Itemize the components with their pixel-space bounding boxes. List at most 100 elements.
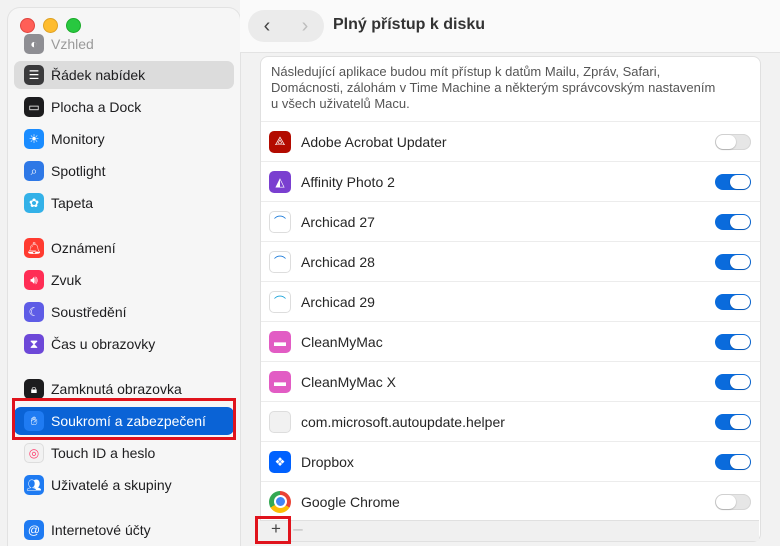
app-name: Google Chrome (301, 493, 400, 510)
access-toggle[interactable] (715, 134, 751, 150)
app-row-microsoft-autoupdate-helper: com.microsoft.autoupdate.helper (261, 401, 760, 441)
close-window-button[interactable] (20, 18, 35, 33)
sidebar-item-spotlight[interactable]: ⌕ Spotlight (14, 157, 234, 185)
sidebar-item-label: Zvuk (51, 272, 82, 288)
app-name: Archicad 27 (301, 213, 375, 230)
sidebar-item-label: Monitory (51, 131, 105, 147)
minimize-window-button[interactable] (43, 18, 58, 33)
sidebar-item-notifications[interactable]: 🔔︎ Oznámení (14, 234, 234, 262)
chevron-left-icon[interactable]: ‹ (248, 10, 286, 42)
users-groups-icon: 👥︎ (24, 475, 44, 495)
app-name: CleanMyMac X (301, 373, 396, 390)
zoom-window-button[interactable] (66, 18, 81, 33)
description-line: Následující aplikace budou mít přístup k… (271, 64, 661, 79)
app-row-archicad-28: ⌒ Archicad 28 (261, 241, 760, 281)
description-line: Domácnosti, zálohám v Time Machine a něk… (271, 80, 716, 95)
sidebar-item-focus[interactable]: ☾ Soustředění (14, 298, 234, 326)
access-toggle[interactable] (715, 494, 751, 510)
sound-icon: 🔊︎ (24, 270, 44, 290)
window-controls (20, 18, 81, 33)
app-name: Dropbox (301, 453, 354, 470)
archicad-icon: ⌒ (269, 250, 291, 273)
app-name: Archicad 29 (301, 293, 375, 310)
app-name: Adobe Acrobat Updater (301, 133, 447, 150)
access-toggle[interactable] (715, 374, 751, 390)
add-app-button[interactable]: + (266, 519, 286, 539)
access-toggle[interactable] (715, 454, 751, 470)
sidebar-item-desktop-dock[interactable]: ▭ Plocha a Dock (14, 93, 234, 121)
chevron-right-icon[interactable]: › (286, 10, 324, 42)
sidebar-item-lock-screen[interactable]: 🔒︎ Zamknutá obrazovka (14, 375, 234, 403)
generic-app-icon (269, 410, 291, 433)
sidebar-item-label: Internetové účty (51, 522, 151, 538)
page-title: Plný přístup k disku (333, 16, 486, 33)
access-toggle[interactable] (715, 174, 751, 190)
sidebar-item-wallpaper[interactable]: ✿ Tapeta (14, 189, 234, 217)
archicad-icon: ⌒ (269, 290, 291, 313)
app-row-affinity-photo-2: ◭ Affinity Photo 2 (261, 161, 760, 201)
dropbox-icon: ❖ (269, 450, 291, 473)
cleanmymac-icon: ▬ (269, 330, 291, 353)
access-toggle[interactable] (715, 294, 751, 310)
description-line: u všech uživatelů Macu. (271, 96, 410, 111)
app-row-adobe-acrobat-updater: ⟁ Adobe Acrobat Updater (261, 121, 760, 161)
sidebar-item-label: Čas u obrazovky (51, 336, 156, 352)
sidebar-item-label: Tapeta (51, 195, 94, 211)
sidebar-item-internet-accounts[interactable]: @ Internetové účty (14, 516, 234, 544)
app-row-dropbox: ❖ Dropbox (261, 441, 760, 481)
sidebar-item-appearance[interactable]: ◐ Vzhled (14, 30, 234, 58)
sidebar-item-menu-bar[interactable]: ☰ Řádek nabídek (14, 61, 234, 89)
menu-bar-icon: ☰ (24, 65, 44, 85)
access-toggle[interactable] (715, 214, 751, 230)
app-row-google-chrome: Google Chrome (261, 481, 760, 521)
app-name: Archicad 28 (301, 253, 375, 270)
archicad-icon: ⌒ (269, 210, 291, 233)
privacy-hand-icon: ✋︎ (24, 411, 44, 431)
cleanmymac-x-icon: ▬ (269, 370, 291, 393)
sidebar-item-label: Vzhled (51, 36, 94, 52)
sidebar-item-label: Plocha a Dock (51, 99, 142, 115)
notifications-icon: 🔔︎ (24, 238, 44, 258)
sidebar-item-screen-time[interactable]: ⧗ Čas u obrazovky (14, 330, 234, 358)
appearance-icon: ◐ (24, 34, 44, 54)
sidebar-item-touch-id[interactable]: ◎ Touch ID a heslo (14, 439, 234, 467)
sidebar-item-label: Uživatelé a skupiny (51, 477, 172, 493)
app-row-cleanmymac: ▬ CleanMyMac (261, 321, 760, 361)
sidebar-item-label: Spotlight (51, 163, 106, 179)
internet-accounts-icon: @ (24, 520, 44, 540)
app-row-cleanmymac-x: ▬ CleanMyMac X (261, 361, 760, 401)
access-toggle[interactable] (715, 334, 751, 350)
sidebar-item-label: Soukromí a zabezpečení (51, 413, 206, 429)
sidebar-item-displays[interactable]: ☀ Monitory (14, 125, 234, 153)
navigation-buttons: ‹ › (248, 10, 324, 42)
sidebar-item-label: Řádek nabídek (51, 67, 146, 83)
screen-time-icon: ⧗ (24, 334, 44, 354)
lock-screen-icon: 🔒︎ (24, 379, 44, 399)
sidebar-item-label: Soustředění (51, 304, 127, 320)
app-name: CleanMyMac (301, 333, 383, 350)
sidebar-item-users-groups[interactable]: 👥︎ Uživatelé a skupiny (14, 471, 234, 499)
acrobat-icon: ⟁ (269, 130, 291, 153)
sidebar-item-sound[interactable]: 🔊︎ Zvuk (14, 266, 234, 294)
sidebar-item-label: Zamknutá obrazovka (51, 381, 182, 397)
description-text: Následující aplikace budou mít přístup k… (271, 64, 716, 112)
touch-id-icon: ◎ (24, 443, 44, 463)
remove-app-button[interactable]: – (290, 519, 306, 539)
app-row-archicad-27: ⌒ Archicad 27 (261, 201, 760, 241)
access-toggle[interactable] (715, 254, 751, 270)
wallpaper-icon: ✿ (24, 193, 44, 213)
app-name: com.microsoft.autoupdate.helper (301, 413, 505, 430)
sidebar: ◐ Vzhled ☰ Řádek nabídek ▭ Plocha a Dock… (8, 8, 240, 546)
app-name: Affinity Photo 2 (301, 173, 395, 190)
affinity-photo-icon: ◭ (269, 170, 291, 193)
sidebar-item-label: Oznámení (51, 240, 116, 256)
desktop-dock-icon: ▭ (24, 97, 44, 117)
focus-icon: ☾ (24, 302, 44, 322)
display-icon: ☀ (24, 129, 44, 149)
chrome-icon (269, 490, 291, 513)
full-disk-access-list: Následující aplikace budou mít přístup k… (260, 56, 761, 542)
sidebar-item-label: Touch ID a heslo (51, 445, 156, 461)
access-toggle[interactable] (715, 414, 751, 430)
list-actions-bar: + – (260, 519, 759, 541)
sidebar-item-privacy-security[interactable]: ✋︎ Soukromí a zabezpečení (14, 407, 234, 435)
